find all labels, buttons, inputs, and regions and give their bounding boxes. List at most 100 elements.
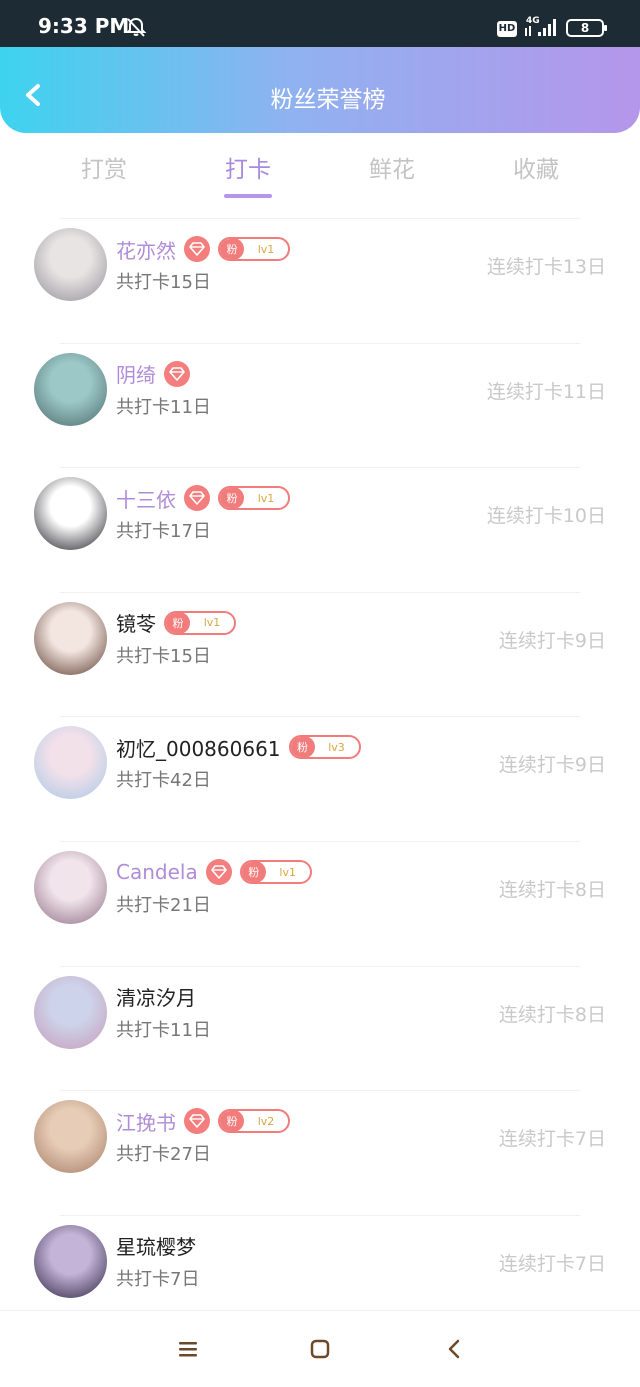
back-triangle-icon[interactable] <box>443 1337 467 1361</box>
avatar[interactable] <box>34 851 107 924</box>
total-checkins: 共打卡42日 <box>116 770 211 792</box>
user-name[interactable]: 镜苓 <box>116 608 156 637</box>
signal-icon: 4G <box>525 16 556 36</box>
page-title: 粉丝荣誉榜 <box>270 87 386 113</box>
list-item[interactable]: Candela 粉 lv1 共打卡21日 连续打卡8日 <box>0 841 640 966</box>
diamond-icon <box>205 859 232 885</box>
total-checkins: 共打卡27日 <box>116 1144 211 1166</box>
home-square-icon[interactable] <box>308 1337 332 1361</box>
avatar[interactable] <box>34 975 107 1049</box>
fan-badge-label: 粉 <box>220 239 244 259</box>
name-line: 江挽书 粉 lv2 <box>116 1106 290 1136</box>
streak-count: 连续打卡7日 <box>498 1128 606 1151</box>
status-time: 9:33 PM <box>38 14 130 38</box>
fan-level-text: lv1 <box>257 242 275 256</box>
list-item[interactable]: 阴绮 共打卡11日 连续打卡11日 <box>0 342 640 468</box>
user-name[interactable]: 花亦然 <box>116 235 176 264</box>
row-divider <box>60 965 580 967</box>
fan-badge-label: 粉 <box>166 612 190 633</box>
user-name[interactable]: 初忆_000860661 <box>116 733 281 762</box>
fan-level-badge: 粉 lv2 <box>218 1109 290 1134</box>
row-divider <box>60 467 580 469</box>
fan-badge-label: 粉 <box>220 1111 244 1132</box>
hd-icon: HD <box>497 21 517 37</box>
list-item[interactable]: 镜苓粉 lv1 共打卡15日 连续打卡9日 <box>0 591 640 717</box>
tab-flowers[interactable]: 鲜花 <box>332 150 452 184</box>
battery-icon: 8 <box>566 19 607 37</box>
active-tab-indicator <box>224 194 272 198</box>
streak-count: 连续打卡10日 <box>486 505 606 528</box>
status-bar: 9:33 PM HD 4G 8 <box>0 0 640 47</box>
row-divider <box>60 218 580 219</box>
total-checkins: 共打卡17日 <box>116 521 211 543</box>
fan-level-text: lv1 <box>203 616 221 630</box>
streak-count: 连续打卡7日 <box>498 1252 606 1275</box>
diamond-icon <box>184 485 210 512</box>
total-checkins: 共打卡15日 <box>116 645 211 667</box>
network-label: 4G <box>526 16 540 26</box>
row-divider <box>60 841 580 842</box>
name-line: 十三依 粉 lv1 <box>116 483 290 513</box>
diamond-icon <box>184 236 210 262</box>
tab-checkin[interactable]: 打卡 <box>188 150 308 184</box>
fan-level-badge: 粉 lv3 <box>288 735 361 760</box>
user-name[interactable]: Candela <box>116 860 198 884</box>
user-name[interactable]: 江挽书 <box>116 1107 176 1136</box>
avatar[interactable] <box>34 477 107 551</box>
total-checkins: 共打卡21日 <box>116 895 211 916</box>
total-checkins: 共打卡7日 <box>116 1268 200 1290</box>
avatar[interactable] <box>34 228 107 301</box>
user-name[interactable]: 十三依 <box>116 484 176 513</box>
fan-badge-label: 粉 <box>290 737 315 758</box>
avatar[interactable] <box>34 1100 107 1174</box>
name-line: 清凉汐月 <box>116 982 196 1012</box>
fan-level-badge: 粉 lv1 <box>218 486 290 511</box>
tab-bar: 打赏 打卡 鲜花 收藏 <box>0 150 640 200</box>
streak-count: 连续打卡11日 <box>486 380 606 403</box>
list-item[interactable]: 江挽书 粉 lv2 共打卡27日 连续打卡7日 <box>0 1090 640 1215</box>
fan-level-text: lv2 <box>257 1114 275 1128</box>
avatar[interactable] <box>34 726 107 800</box>
fan-level-text: lv3 <box>328 740 345 754</box>
streak-count: 连续打卡13日 <box>486 256 606 278</box>
streak-count: 连续打卡9日 <box>498 754 606 777</box>
row-divider <box>60 1214 580 1216</box>
menu-icon[interactable] <box>176 1337 200 1361</box>
list-item[interactable]: 十三依 粉 lv1 共打卡17日 连续打卡10日 <box>0 467 640 592</box>
system-nav-bar <box>0 1310 640 1387</box>
streak-count: 连续打卡8日 <box>498 879 606 901</box>
name-line: Candela 粉 lv1 <box>116 857 312 887</box>
name-line: 花亦然 粉 lv1 <box>116 234 290 264</box>
fan-badge-label: 粉 <box>241 862 266 882</box>
name-line: 初忆_000860661 粉 lv3 <box>116 732 361 762</box>
name-line: 镜苓粉 lv1 <box>116 608 236 638</box>
row-divider <box>60 716 580 718</box>
user-name[interactable]: 清凉汐月 <box>116 982 196 1011</box>
fan-level-badge: 粉 lv1 <box>239 860 312 884</box>
avatar[interactable] <box>34 352 107 426</box>
fan-level-text: lv1 <box>279 865 296 879</box>
list-item[interactable]: 清凉汐月共打卡11日 连续打卡8日 <box>0 965 640 1091</box>
user-name[interactable]: 阴绮 <box>116 359 156 388</box>
row-divider <box>60 591 580 593</box>
avatar[interactable] <box>34 1224 107 1298</box>
row-divider <box>60 1090 580 1092</box>
diamond-icon <box>164 360 190 387</box>
header-bar: 9:33 PM HD 4G 8 粉丝荣誉榜 <box>0 0 640 133</box>
fan-level-text: lv1 <box>257 491 275 505</box>
list-item[interactable]: 花亦然 粉 lv1 共打卡15日 连续打卡13日 <box>0 218 640 343</box>
name-line: 星琉樱梦 <box>116 1231 196 1261</box>
avatar[interactable] <box>34 601 107 675</box>
tab-tips[interactable]: 打赏 <box>44 150 164 184</box>
list-item[interactable]: 初忆_000860661 粉 lv3 共打卡42日 连续打卡9日 <box>0 716 640 841</box>
total-checkins: 共打卡11日 <box>116 1019 211 1041</box>
user-name[interactable]: 星琉樱梦 <box>116 1231 196 1260</box>
tab-favorites[interactable]: 收藏 <box>476 150 596 184</box>
streak-count: 连续打卡8日 <box>498 1003 606 1026</box>
total-checkins: 共打卡15日 <box>116 272 211 293</box>
fan-level-badge: 粉 lv1 <box>218 237 290 261</box>
name-line: 阴绮 <box>116 359 190 389</box>
fan-level-badge: 粉 lv1 <box>164 610 236 635</box>
fan-badge-label: 粉 <box>220 488 244 509</box>
bell-muted-icon <box>125 17 147 37</box>
